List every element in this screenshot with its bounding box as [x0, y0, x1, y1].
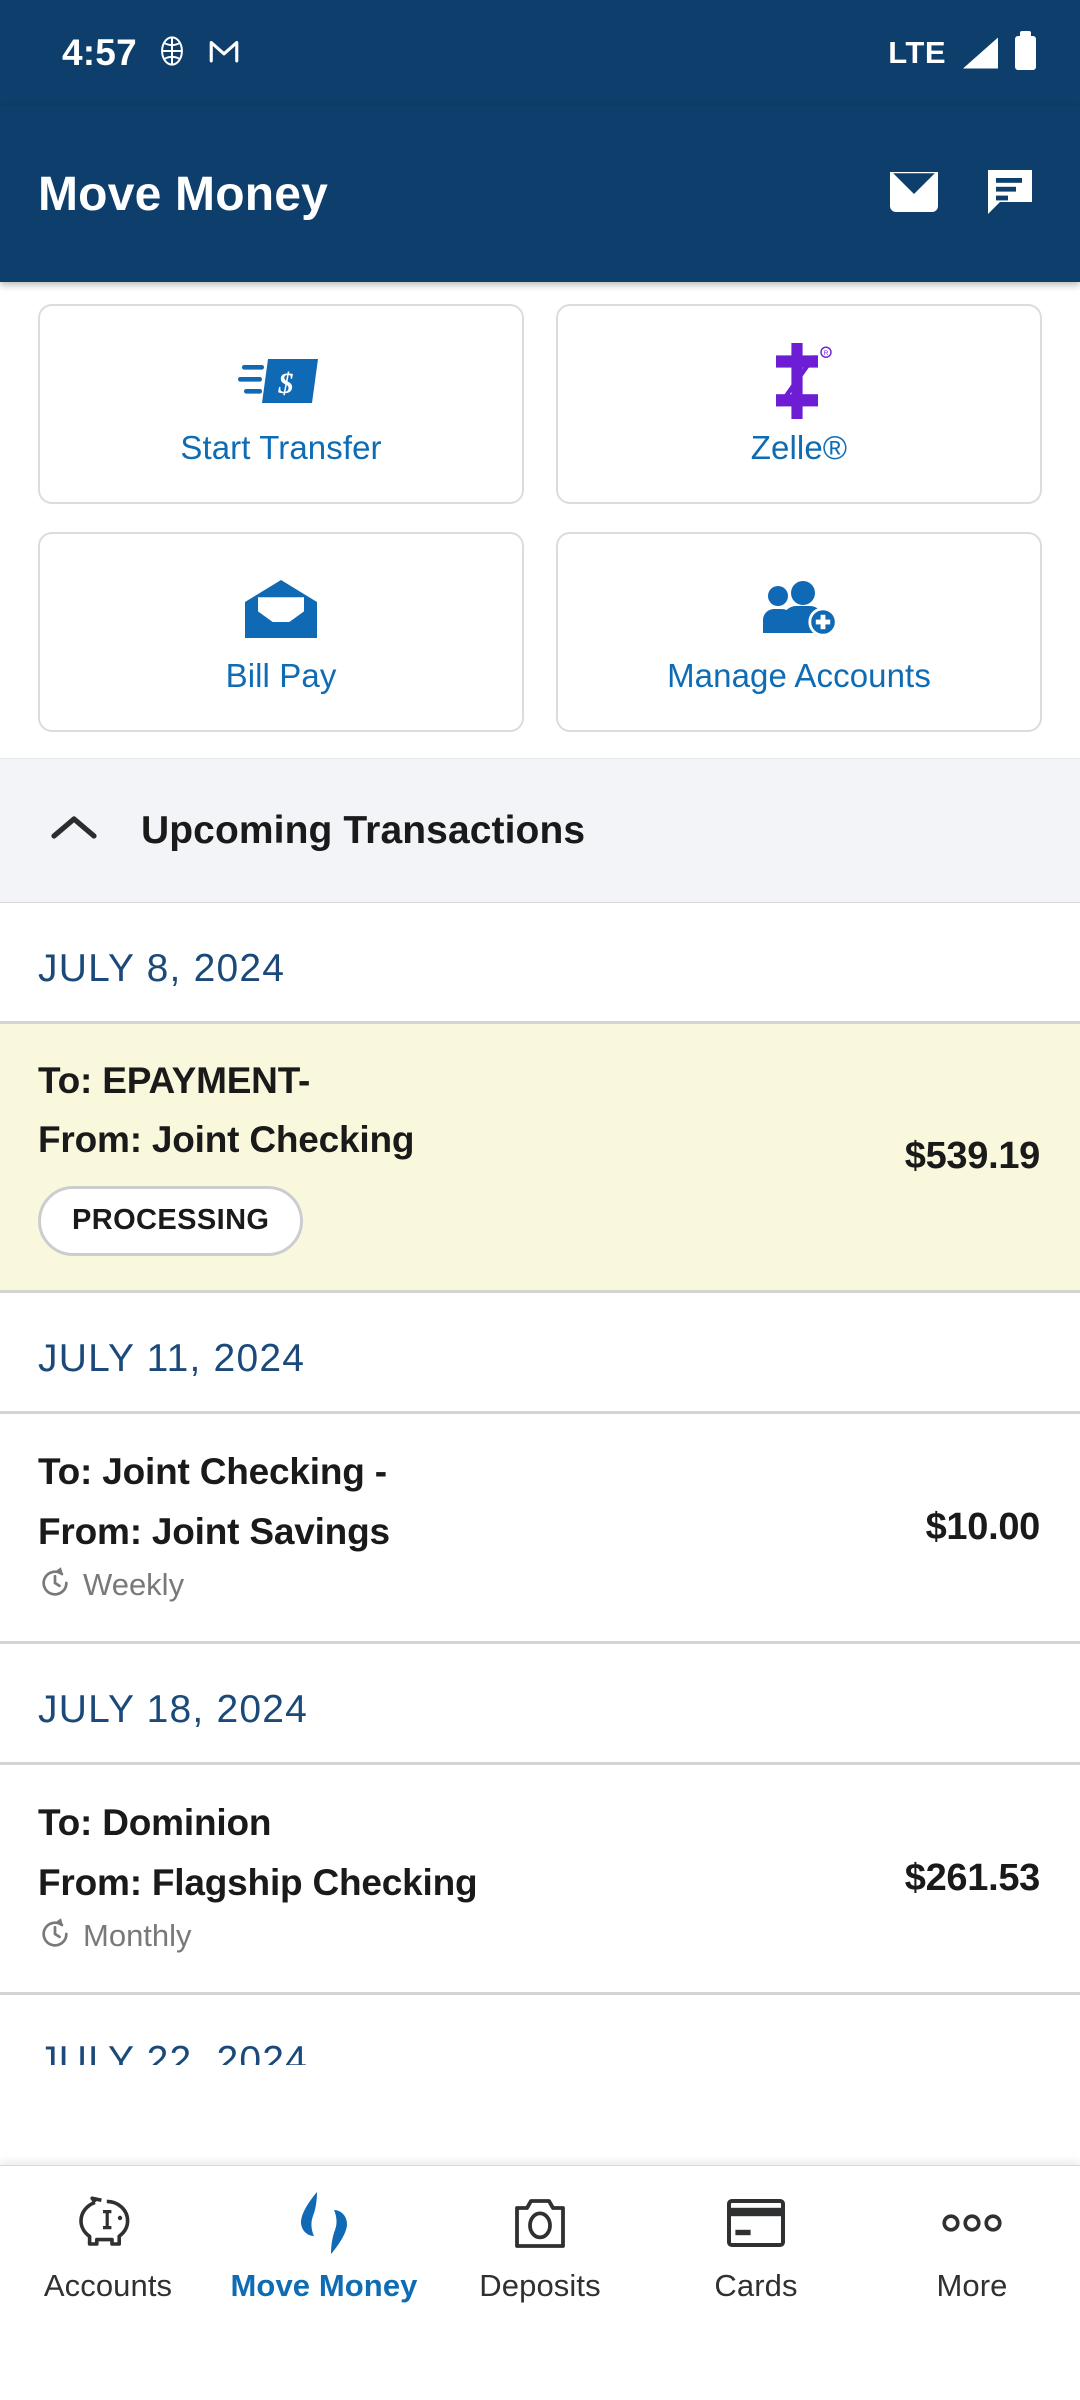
quick-actions: $ Start Transfer R Zelle® Bill Pay Manag… [0, 282, 1080, 758]
ellipsis-icon [941, 2192, 1003, 2254]
network-label: LTE [888, 35, 946, 70]
status-bar-right: LTE [888, 31, 1036, 71]
status-badge: PROCESSING [38, 1185, 304, 1256]
tile-label: Manage Accounts [667, 657, 931, 694]
transaction-amount: $10.00 [925, 1505, 1041, 1548]
transaction-date-header: JULY 18, 2024 [0, 1643, 1080, 1765]
transaction-date-header: JULY 8, 2024 [0, 903, 1080, 1024]
open-envelope-icon [243, 569, 319, 649]
signal-bars-icon [963, 37, 998, 69]
nav-label: Accounts [43, 2268, 173, 2303]
globe-icon [155, 34, 189, 73]
transaction-payee: To: EPAYMENT- [38, 1060, 311, 1101]
transaction-date-header: JULY 11, 2024 [0, 1292, 1080, 1414]
header-actions [886, 168, 1036, 221]
chevron-up-icon[interactable] [50, 813, 98, 848]
transaction-date-header: JULY 22, 2024 [0, 1994, 1080, 2065]
app-header: Move Money [0, 106, 1080, 282]
transaction-recurrence: Weekly [38, 1566, 906, 1605]
transfer-arrows-icon [295, 2192, 353, 2254]
quick-actions-row-2: Bill Pay Manage Accounts [38, 532, 1042, 732]
bill-pay-tile[interactable]: Bill Pay [38, 532, 524, 732]
nav-item-cards[interactable]: Cards [648, 2192, 864, 2304]
chat-bubble-icon[interactable] [984, 168, 1036, 221]
recurrence-label: Monthly [83, 1918, 192, 1954]
status-bar: 4:57 LTE [0, 0, 1080, 106]
start-transfer-tile[interactable]: $ Start Transfer [38, 304, 524, 504]
table-row[interactable]: To: Dominion From: Flagship Checking Mon… [0, 1764, 1080, 1995]
transaction-amount: $261.53 [904, 1856, 1041, 1899]
quick-actions-row-1: $ Start Transfer R Zelle® [38, 304, 1042, 504]
tile-label: Bill Pay [225, 657, 337, 694]
camera-icon [513, 2192, 567, 2254]
status-time: 4:57 [62, 32, 137, 73]
svg-text:R: R [824, 350, 829, 357]
money-transfer-icon: $ [238, 341, 324, 421]
transaction-details: To: Joint Checking - From: Joint Savings… [38, 1449, 906, 1605]
tile-label: Zelle® [750, 429, 848, 466]
recurring-clock-icon [38, 1566, 72, 1605]
manage-people-icon [760, 569, 838, 649]
piggy-bank-icon [77, 2192, 139, 2254]
page-title: Move Money [38, 167, 329, 221]
nav-item-more[interactable]: More [864, 2192, 1080, 2304]
transaction-details: To: EPAYMENT- From: Joint Checking PROCE… [38, 1058, 885, 1256]
transactions-list[interactable]: JULY 8, 2024 To: EPAYMENT- From: Joint C… [0, 903, 1080, 2165]
transaction-source: From: Flagship Checking [38, 1861, 478, 1903]
nav-label: Cards [714, 2268, 798, 2303]
transaction-payee: To: Dominion [38, 1802, 272, 1844]
transaction-amount: $539.19 [904, 1135, 1041, 1178]
recurrence-label: Weekly [83, 1567, 185, 1603]
zelle-tile[interactable]: R Zelle® [556, 304, 1042, 504]
tile-label: Start Transfer [180, 429, 382, 466]
bottom-navigation: Accounts Move Money Deposits Cards More [0, 2165, 1080, 2400]
nav-item-accounts[interactable]: Accounts [0, 2192, 216, 2304]
upcoming-transactions-header[interactable]: Upcoming Transactions [0, 758, 1080, 903]
svg-text:$: $ [278, 367, 294, 400]
app-root: 4:57 LTE Move Money $ Start Transfer R Z… [0, 0, 1080, 2400]
transaction-source: From: Joint Savings [38, 1510, 390, 1552]
zelle-logo-icon: R [763, 341, 835, 421]
status-bar-left: 4:57 [62, 32, 241, 74]
nav-label: More [936, 2268, 1008, 2303]
nav-item-deposits[interactable]: Deposits [432, 2192, 648, 2304]
nav-label: Move Money [230, 2268, 418, 2303]
table-row[interactable]: To: EPAYMENT- From: Joint Checking PROCE… [0, 1024, 1080, 1293]
battery-full-icon [1015, 31, 1036, 70]
transaction-details: To: Dominion From: Flagship Checking Mon… [38, 1800, 885, 1956]
gmail-icon [207, 36, 241, 71]
envelope-icon[interactable] [886, 168, 942, 221]
recurring-clock-icon [38, 1917, 72, 1956]
transaction-payee: To: Joint Checking - [38, 1451, 387, 1493]
credit-card-icon [727, 2192, 785, 2254]
nav-label: Deposits [479, 2268, 601, 2303]
section-title: Upcoming Transactions [141, 808, 586, 852]
manage-accounts-tile[interactable]: Manage Accounts [556, 532, 1042, 732]
table-row[interactable]: To: Joint Checking - From: Joint Savings… [0, 1413, 1080, 1644]
transaction-recurrence: Monthly [38, 1917, 885, 1956]
transaction-source: From: Joint Checking [38, 1119, 415, 1161]
nav-item-move-money[interactable]: Move Money [216, 2192, 432, 2304]
